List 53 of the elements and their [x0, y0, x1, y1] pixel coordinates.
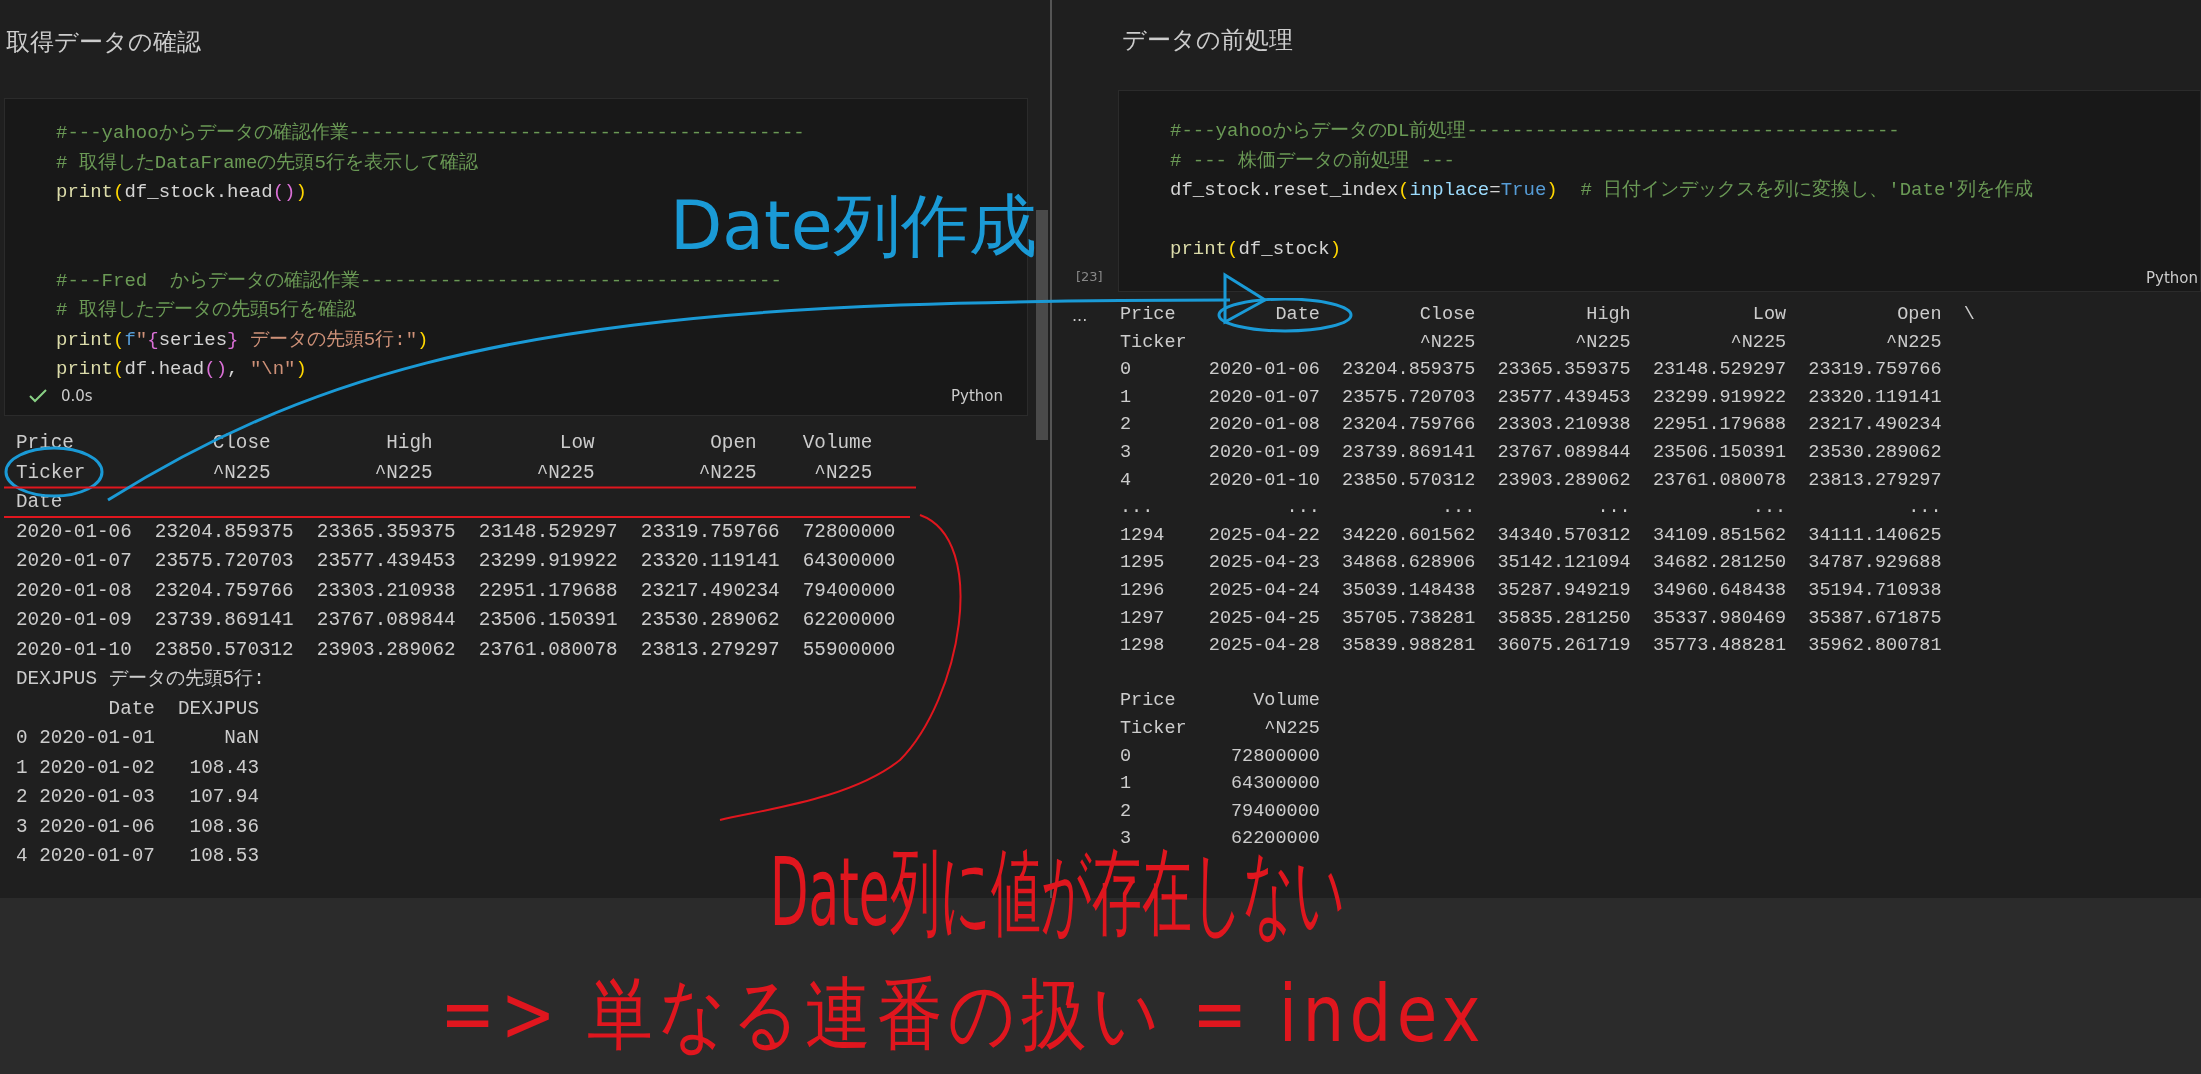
- code-line: #---Fred からデータの確認作業-------------------------------------: [56, 268, 782, 294]
- output-line: Price Volume: [1120, 690, 1320, 713]
- code-line: print(df_stock): [1170, 236, 1342, 262]
- output-line: Ticker ^N225 ^N225 ^N225 ^N225: [1120, 331, 1942, 354]
- output-line: 2020-01-06 23204.859375 23365.359375 23148.529297 23319.759766 72800000: [16, 520, 896, 543]
- output-line: 3 62200000: [1120, 828, 1320, 850]
- output-line: 1294 2025-04-22 34220.601562 34340.570312 34109.851562 34111.140625: [1120, 524, 1942, 547]
- handwritten-note: => 単なる連番の扱い = index: [440, 975, 1486, 1055]
- output-line: 2 79400000: [1120, 800, 1320, 823]
- section-heading: データの前処理: [1122, 25, 1293, 56]
- output-line: 4 2020-01-07 108.53: [16, 845, 259, 867]
- language-label[interactable]: Python: [951, 384, 1003, 407]
- output-menu-ellipsis[interactable]: ...: [1072, 306, 1088, 325]
- output-line: 1 2020-01-02 108.43: [16, 756, 259, 779]
- output-line: 3 2020-01-06 108.36: [16, 815, 259, 838]
- code-line: # 取得したDataFrameの先頭5行を表示して確認: [56, 150, 478, 176]
- output-line: 3 2020-01-09 23739.869141 23767.089844 23506.150391 23530.289062: [1120, 441, 1942, 464]
- code-line: # 取得したデータの先頭5行を確認: [56, 298, 357, 323]
- output-line: 1296 2025-04-24 35039.148438 35287.949219 34960.648438 35194.710938: [1120, 579, 1942, 602]
- output-line: Ticker ^N225: [1120, 717, 1320, 740]
- output-line: 2020-01-10 23850.570312 23903.289062 23761.080078 23813.279297 55900000: [16, 638, 896, 661]
- output-line: ... ... ... ... ... ...: [1120, 497, 1942, 520]
- output-line: 0 2020-01-06 23204.859375 23365.359375 23148.529297 23319.759766: [1120, 359, 1942, 382]
- output-line: 0 2020-01-01 NaN: [16, 727, 259, 749]
- section-heading: 取得データの確認: [6, 27, 201, 58]
- output-line: 1295 2025-04-23 34868.628906 35142.121094 34682.281250 34787.929688: [1120, 552, 1942, 575]
- output-line: Date DEXJPUS: [107, 697, 259, 720]
- code-line: print(df.head(), "\n"): [56, 357, 307, 382]
- output-line: 1 2020-01-07 23575.720703 23577.439453 23299.919922 23320.119141: [1120, 386, 1942, 409]
- output-line: 2 2020-01-08 23204.759766 23303.210938 22951.179688 23217.490234: [1120, 414, 1942, 437]
- output-line: 0 72800000: [1120, 745, 1320, 768]
- code-line: df_stock.reset_index(inplace=True) # 日付インデックスを列に変換し、'Date'列を作成: [1170, 178, 2033, 203]
- code-line: print(df_stock.head()): [56, 180, 307, 205]
- output-line: Price Date Close High Low Open \: [1120, 304, 1975, 326]
- code-line: #---yahooからデータの確認作業----------------------------------------: [56, 121, 805, 146]
- output-line: 2020-01-09 23739.869141 23767.089844 23506.150391 23530.289062 62200000: [16, 609, 896, 631]
- handwritten-note: Date列作成: [670, 186, 1037, 266]
- output-line: 4 2020-01-10 23850.570312 23903.289062 23761.080078 23813.279297: [1120, 469, 1942, 492]
- output-line: Ticker ^N225 ^N225 ^N225 ^N225 ^N225: [16, 461, 873, 484]
- run-duration: 0.0s: [61, 385, 93, 407]
- code-line: # --- 株価データの前処理 ---: [1170, 148, 1456, 174]
- output-line: 1298 2025-04-28 35839.988281 36075.261719 35773.488281 35962.800781: [1120, 635, 1942, 658]
- execution-count: [23]: [1076, 267, 1103, 286]
- code-line: print(f"{series} データの先頭5行:"): [56, 327, 429, 353]
- code-line: #---yahooからデータのDL前処理--------------------------------------: [1170, 119, 1900, 144]
- output-line: DEXJPUS データの先頭5行:: [16, 668, 265, 690]
- output-line: 2 2020-01-03 107.94: [16, 786, 259, 808]
- output-line: 2020-01-08 23204.759766 23303.210938 22951.179688 23217.490234 79400000: [16, 579, 896, 602]
- output-line: 1 64300000: [1120, 773, 1320, 796]
- output-line: 2020-01-07 23575.720703 23577.439453 23299.919922 23320.119141 64300000: [16, 550, 896, 572]
- scrollbar-thumb[interactable]: [1036, 210, 1048, 440]
- output-line: 1297 2025-04-25 35705.738281 35835.281250 35337.980469 35387.671875: [1120, 607, 1942, 630]
- language-label[interactable]: Python: [2146, 266, 2198, 289]
